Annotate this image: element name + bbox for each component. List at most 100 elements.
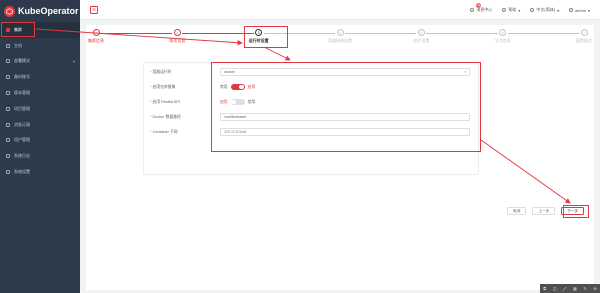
- sidebar-item-label: 用户管理: [14, 137, 30, 143]
- data-path-input[interactable]: /var/lib/docker: [220, 113, 470, 121]
- user-name: admin: [575, 7, 586, 13]
- user-icon: [6, 138, 10, 143]
- create-cluster-panel: ✓ 集群信息 ✓ 版本设置 3 运行时设置 4 容器网络设置 5 组件设置 6 节点信息 7 配置概览 *…: [86, 25, 594, 290]
- screenshot-toolbar: ⧉ ◫ ⤢ ▦ ✎ ⊕: [540, 284, 600, 293]
- sidebar-item-label: 部署模式: [14, 58, 30, 64]
- sidebar-item-3[interactable]: 备份账号: [0, 69, 80, 85]
- step-number: 3: [255, 29, 263, 36]
- data-path-label: Docker 数据路径: [152, 114, 181, 119]
- sidebar-item-8[interactable]: 系统日志: [0, 148, 80, 164]
- log-icon: [6, 154, 10, 159]
- chevron-down-icon: ▾: [557, 7, 560, 13]
- sidebar-item-5[interactable]: 项目管理: [0, 101, 80, 117]
- cluster-icon: [6, 27, 10, 32]
- language-menu[interactable]: 中文(简体) ▾: [530, 7, 559, 13]
- restful-label: 启用 Restful API: [152, 99, 180, 104]
- version-icon: [6, 91, 10, 96]
- restful-toggle[interactable]: [230, 99, 245, 105]
- sidebar-item-label: 备份账号: [14, 74, 30, 80]
- sidebar-item-7[interactable]: 用户管理: [0, 133, 80, 149]
- sidebar-item-1[interactable]: 主机: [0, 38, 80, 54]
- sidebar-item-4[interactable]: 版本管理: [0, 85, 80, 101]
- sidebar-item-label: 系统日志: [14, 153, 30, 159]
- sidebar-menu: 集群主机部署模式 ▾ 备份账号版本管理项目管理消息订阅用户管理系统日志系统设置: [0, 22, 80, 180]
- wizard-step-5: 5 组件设置: [401, 29, 441, 44]
- host-icon: [6, 43, 10, 48]
- toolbar-tool-icon[interactable]: ✎: [583, 286, 586, 291]
- sidebar-item-label: 版本管理: [14, 90, 30, 96]
- step-label: 节点信息: [494, 38, 511, 43]
- help-icon: [502, 8, 507, 12]
- subnet-input[interactable]: 172.17.0.1/16: [220, 128, 470, 136]
- chevron-down-icon: ▾: [72, 58, 75, 64]
- step-label: 版本设置: [169, 38, 186, 43]
- sidebar-item-label: 主机: [14, 42, 22, 48]
- step-label: 容器网络设置: [328, 38, 352, 43]
- language-label: 中文(简体): [536, 7, 556, 12]
- header-actions: 消息中心 9 帮助 ▾ 中文(简体) ▾ admin ▾: [470, 0, 590, 20]
- chevron-down-icon: ▾: [518, 7, 521, 13]
- help-menu[interactable]: 帮助 ▾: [502, 7, 520, 13]
- wizard-step-1: ✓ 集群信息: [76, 29, 116, 44]
- toolbar-tool-icon[interactable]: ⧉: [543, 286, 546, 291]
- cancel-button[interactable]: 取消: [507, 207, 527, 215]
- sidebar: KubeOperator 集群主机部署模式 ▾ 备份账号版本管理项目管理消息订阅用户…: [0, 0, 80, 293]
- chevron-down-icon: ▾: [587, 7, 590, 13]
- step-number: 6: [499, 29, 507, 36]
- toolbar-tool-icon[interactable]: ▦: [573, 286, 577, 291]
- step-number: ✓: [173, 29, 181, 36]
- step-number: 5: [417, 29, 425, 36]
- toolbar-tool-icon[interactable]: ⤢: [563, 286, 566, 291]
- registry-off-text: 禁用: [220, 84, 228, 89]
- next-button[interactable]: 下一步: [561, 207, 584, 215]
- sidebar-item-label: 消息订阅: [14, 121, 30, 127]
- wizard-buttons: 取消 上一步 下一步: [507, 207, 584, 215]
- sidebar-item-9[interactable]: 系统设置: [0, 164, 80, 180]
- message-center[interactable]: 消息中心 9: [470, 3, 492, 13]
- step-label: 配置概览: [576, 38, 592, 43]
- sidebar-item-label: 系统设置: [14, 169, 30, 175]
- form-row-runtime: *容器运行时 docker ▾: [144, 67, 480, 77]
- wizard-step-4: 4 容器网络设置: [320, 29, 360, 44]
- runtime-label: 容器运行时: [152, 69, 172, 74]
- step-label: 集群信息: [88, 38, 104, 43]
- step-label: 组件设置: [413, 38, 430, 43]
- registry-label: 启用仓库镜像: [152, 84, 176, 89]
- menu-toggle-icon[interactable]: ☰: [90, 5, 98, 14]
- restful-off-text: 禁用: [247, 99, 256, 104]
- step-number: 7: [580, 29, 588, 36]
- app-name: KubeOperator: [18, 6, 79, 16]
- help-label: 帮助: [508, 7, 517, 12]
- message-icon: [6, 122, 10, 127]
- user-menu[interactable]: admin ▾: [569, 8, 590, 13]
- registry-on-text: 启用: [247, 84, 256, 89]
- wizard-step-7: 7 配置概览: [564, 29, 600, 44]
- wizard-step-6: 6 节点信息: [483, 29, 523, 44]
- backup-icon: [6, 75, 10, 80]
- sidebar-item-6[interactable]: 消息订阅: [0, 117, 80, 133]
- sidebar-item-2[interactable]: 部署模式 ▾: [0, 54, 80, 70]
- form-row-registry: *启用仓库镜像 禁用 启用: [150, 84, 256, 90]
- app-logo[interactable]: KubeOperator: [0, 0, 80, 22]
- chevron-down-icon: ▾: [464, 70, 466, 74]
- toolbar-tool-icon[interactable]: ◫: [553, 286, 557, 291]
- previous-button[interactable]: 上一步: [532, 207, 556, 215]
- user-avatar-icon: [569, 8, 574, 12]
- deploy-icon: [6, 59, 10, 64]
- message-badge: 9: [476, 3, 482, 8]
- bell-icon: [470, 8, 475, 12]
- toolbar-tool-icon[interactable]: ⊕: [593, 286, 596, 291]
- restful-on-text: 启用: [220, 99, 228, 104]
- runtime-value: docker: [224, 70, 235, 74]
- runtime-select[interactable]: docker ▾: [220, 68, 470, 76]
- sidebar-item-0[interactable]: 集群: [0, 22, 80, 38]
- data-path-value: /var/lib/docker: [224, 115, 247, 119]
- globe-icon: [530, 8, 535, 12]
- subnet-label: Container 子网: [152, 129, 178, 134]
- top-header: ☰ 消息中心 9 帮助 ▾ 中文(简体) ▾ admin ▾: [80, 0, 600, 20]
- project-icon: [6, 106, 10, 111]
- wizard-steps: ✓ 集群信息 ✓ 版本设置 3 运行时设置 4 容器网络设置 5 组件设置 6 节点信息 7 配置概览: [86, 29, 594, 49]
- sidebar-item-label: 项目管理: [14, 105, 30, 111]
- step-label: 运行时设置: [248, 38, 269, 43]
- registry-toggle[interactable]: [230, 84, 245, 90]
